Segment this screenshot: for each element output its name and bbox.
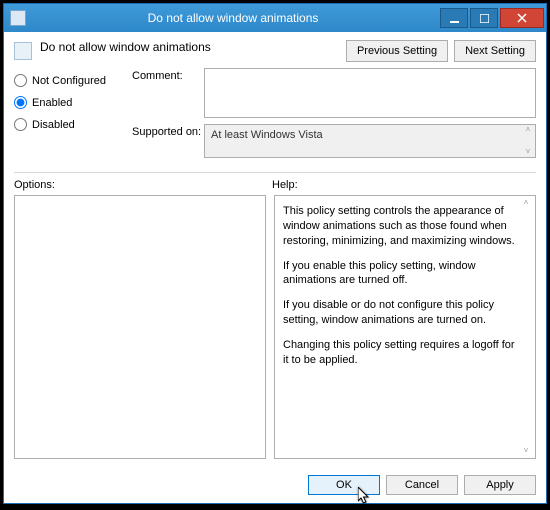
help-pane: This policy setting controls the appeara… (274, 195, 536, 459)
ok-button[interactable]: OK (308, 475, 380, 495)
radio-disabled[interactable]: Disabled (14, 118, 122, 131)
policy-title: Do not allow window animations (40, 40, 338, 54)
policy-icon (14, 42, 32, 60)
help-paragraph: If you disable or do not configure this … (283, 298, 517, 328)
cancel-button[interactable]: Cancel (386, 475, 458, 495)
options-label: Options: (14, 179, 272, 191)
comment-input[interactable] (204, 68, 536, 118)
title-bar[interactable]: Do not allow window animations (4, 4, 546, 32)
radio-enabled-label: Enabled (32, 97, 72, 109)
previous-setting-button[interactable]: Previous Setting (346, 40, 448, 62)
close-button[interactable] (500, 8, 544, 28)
radio-not-configured-input[interactable] (14, 74, 27, 87)
help-label: Help: (272, 179, 298, 191)
app-icon (10, 10, 26, 26)
form-area: Not Configured Enabled Disabled Comment:… (4, 68, 546, 172)
radio-not-configured[interactable]: Not Configured (14, 74, 122, 87)
state-radio-group: Not Configured Enabled Disabled (14, 68, 122, 164)
panes: This policy setting controls the appeara… (4, 195, 546, 467)
help-paragraph: Changing this policy setting requires a … (283, 338, 517, 368)
help-paragraph: If you enable this policy setting, windo… (283, 259, 517, 289)
scroll-stub: ˄˅ (521, 125, 535, 157)
apply-button[interactable]: Apply (464, 475, 536, 495)
group-policy-editor-window: Do not allow window animations Do not al… (3, 3, 547, 504)
dialog-footer: OK Cancel Apply (4, 467, 546, 503)
radio-not-configured-label: Not Configured (32, 75, 106, 87)
minimize-button[interactable] (440, 8, 468, 28)
supported-on-label: Supported on: (132, 124, 204, 138)
window-controls (440, 8, 546, 28)
panes-header: Options: Help: (4, 173, 546, 195)
window-title: Do not allow window animations (26, 11, 440, 25)
options-pane (14, 195, 266, 459)
policy-header: Do not allow window animations Previous … (4, 32, 546, 68)
radio-enabled-input[interactable] (14, 96, 27, 109)
supported-on-text: At least Windows Vista (211, 129, 323, 141)
comment-label: Comment: (132, 68, 204, 82)
scroll-stub: ˄˅ (519, 198, 533, 456)
maximize-button[interactable] (470, 8, 498, 28)
next-setting-button[interactable]: Next Setting (454, 40, 536, 62)
supported-on-value: At least Windows Vista ˄˅ (204, 124, 536, 158)
help-paragraph: This policy setting controls the appeara… (283, 204, 517, 249)
radio-disabled-label: Disabled (32, 119, 75, 131)
radio-enabled[interactable]: Enabled (14, 96, 122, 109)
radio-disabled-input[interactable] (14, 118, 27, 131)
